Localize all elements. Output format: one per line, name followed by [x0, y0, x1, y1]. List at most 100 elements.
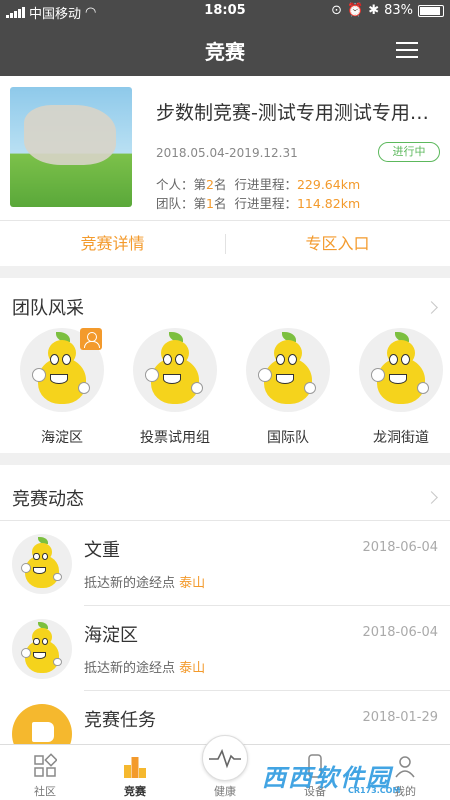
team-section: 团队风采 海淀区 投票试用组 国际队 龙洞街道 [0, 278, 450, 453]
team-section-title: 团队风采 [12, 298, 84, 319]
pear-mascot-icon [359, 328, 443, 412]
tab-competition[interactable]: 竞赛 [90, 745, 180, 800]
feed-desc-text: 抵达新的途经点 [84, 661, 176, 676]
team-name: 海淀区 [41, 430, 83, 446]
zone-entry-button[interactable]: 专区入口 [225, 226, 450, 262]
pear-hand [304, 382, 316, 394]
feed-section-title: 竞赛动态 [12, 489, 84, 510]
team-item[interactable]: 龙洞街道 [346, 328, 450, 447]
feed-name: 海淀区 [84, 625, 138, 646]
chevron-right-icon[interactable] [425, 301, 438, 314]
chevron-right-icon[interactable] [425, 491, 438, 504]
pear-hand [53, 572, 62, 582]
divider [0, 220, 450, 221]
feed-name: 文重 [84, 540, 120, 561]
tab-label: 健康 [214, 785, 236, 798]
feed-item[interactable]: 文重 抵达新的途经点 泰山 2018-06-04 [0, 520, 450, 605]
pear-hand [258, 368, 272, 382]
competition-dates: 2018.05.04-2019.12.31 [156, 146, 298, 160]
health-button[interactable] [202, 735, 248, 781]
feed-place: 泰山 [179, 576, 206, 591]
personal-label: 个人： [156, 177, 194, 192]
team-avatar [359, 328, 443, 412]
tab-label: 社区 [34, 785, 56, 798]
pear-eye [62, 354, 71, 365]
health-pulse-icon [209, 748, 241, 769]
personal-stats: 个人：第2名 行进里程：229.64km [156, 174, 360, 193]
nav-bar: 竞赛 [0, 22, 450, 76]
competition-thumbnail[interactable] [10, 87, 132, 207]
battery-percent: 83% [384, 3, 413, 18]
competition-title[interactable]: 步数制竞赛-测试专用测试专用测试专用 [156, 98, 440, 125]
team-item[interactable]: 投票试用组 [120, 328, 230, 447]
competition-details-button[interactable]: 竞赛详情 [0, 226, 225, 262]
rank-suffix: 名 [213, 196, 227, 211]
team-name: 龙洞街道 [373, 430, 429, 446]
competition-icon [124, 757, 146, 778]
user-avatar [12, 619, 72, 679]
feed-desc-text: 抵达新的途经点 [84, 576, 176, 591]
pear-eye [33, 637, 40, 646]
team-name: 投票试用组 [140, 430, 210, 446]
rank-prefix: 第 [193, 196, 207, 211]
watermark-logo: 西西软件园 CR173.COM [262, 758, 437, 796]
menu-icon[interactable] [396, 42, 418, 58]
status-right: ⊙ ⏰ ✱ 83% [331, 3, 444, 18]
feed-date: 2018-06-04 [362, 625, 438, 640]
page-title: 竞赛 [205, 40, 245, 64]
feed-date: 2018-01-29 [362, 710, 438, 725]
pear-hand [371, 368, 385, 382]
distance-label: 行进里程： [234, 177, 297, 192]
team-distance: 114.82km [296, 196, 361, 211]
pear-eye [50, 354, 59, 365]
pear-eye [276, 354, 285, 365]
pear-mascot-icon [12, 619, 72, 679]
feed-desc: 抵达新的途经点 泰山 [84, 572, 205, 591]
pear-mascot-icon [246, 328, 330, 412]
pear-eye [288, 354, 297, 365]
battery-icon [418, 4, 444, 17]
team-name: 国际队 [267, 430, 309, 446]
status-badge: 进行中 [378, 142, 440, 162]
feed-place: 泰山 [179, 661, 206, 676]
personal-rank: 2 [206, 177, 214, 192]
battery-fill [420, 6, 440, 15]
pear-mascot-icon [12, 534, 72, 594]
team-avatar [246, 328, 330, 412]
team-label: 团队： [156, 196, 194, 211]
pear-hand [20, 647, 31, 658]
team-item[interactable]: 国际队 [233, 328, 343, 447]
distance-label: 行进里程： [234, 196, 297, 211]
china-map-image [24, 105, 116, 165]
team-avatar [133, 328, 217, 412]
pear-mouth [389, 374, 407, 384]
pear-hand [191, 382, 203, 394]
tab-community[interactable]: 社区 [0, 745, 90, 800]
pear-eye [163, 354, 172, 365]
pear-hand [32, 368, 46, 382]
team-rank: 1 [206, 196, 214, 211]
pear-hand [417, 382, 429, 394]
feed-section: 竞赛动态 文重 抵达新的途经点 泰山 2018-06-04 海淀区 抵达新的途经… [0, 465, 450, 764]
bluetooth-icon: ✱ [368, 3, 380, 18]
competition-card: 步数制竞赛-测试专用测试专用测试专用 2018.05.04-2019.12.31… [0, 76, 450, 266]
pear-mascot-icon [133, 328, 217, 412]
rank-suffix: 名 [213, 177, 227, 192]
feed-item[interactable]: 海淀区 抵达新的途经点 泰山 2018-06-04 [0, 605, 450, 690]
pear-eye [33, 552, 40, 561]
pear-hand [53, 657, 62, 667]
pear-hand [78, 382, 90, 394]
pear-eye [175, 354, 184, 365]
status-bar: 中国移动 ◠ 18:05 ⊙ ⏰ ✱ 83% [0, 0, 450, 22]
pear-hand [145, 368, 159, 382]
rotation-lock-icon: ⊙ [331, 3, 342, 18]
pear-hand [20, 562, 31, 573]
personal-distance: 229.64km [296, 177, 361, 192]
pear-mouth [163, 374, 181, 384]
tab-label: 竞赛 [124, 785, 146, 798]
feed-date: 2018-06-04 [362, 540, 438, 555]
community-icon [34, 753, 57, 777]
pear-mouth [276, 374, 294, 384]
user-badge-icon [80, 328, 102, 350]
feed-desc: 抵达新的途经点 泰山 [84, 657, 205, 676]
